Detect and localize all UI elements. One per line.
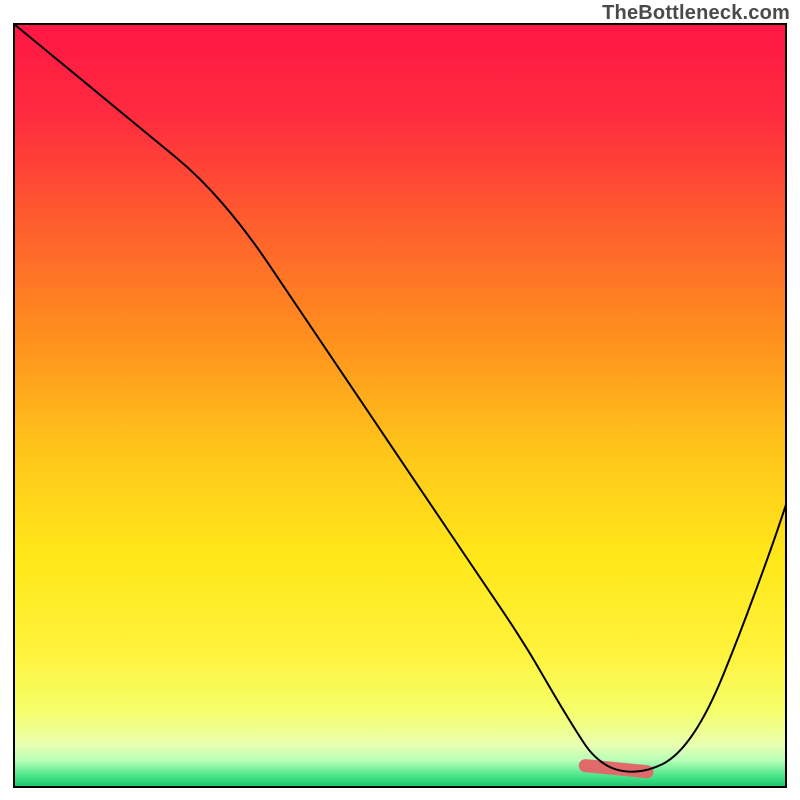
bottleneck-chart: [0, 0, 800, 800]
plot-background: [14, 24, 786, 787]
chart-container: TheBottleneck.com: [0, 0, 800, 800]
watermark-text: TheBottleneck.com: [602, 2, 790, 25]
